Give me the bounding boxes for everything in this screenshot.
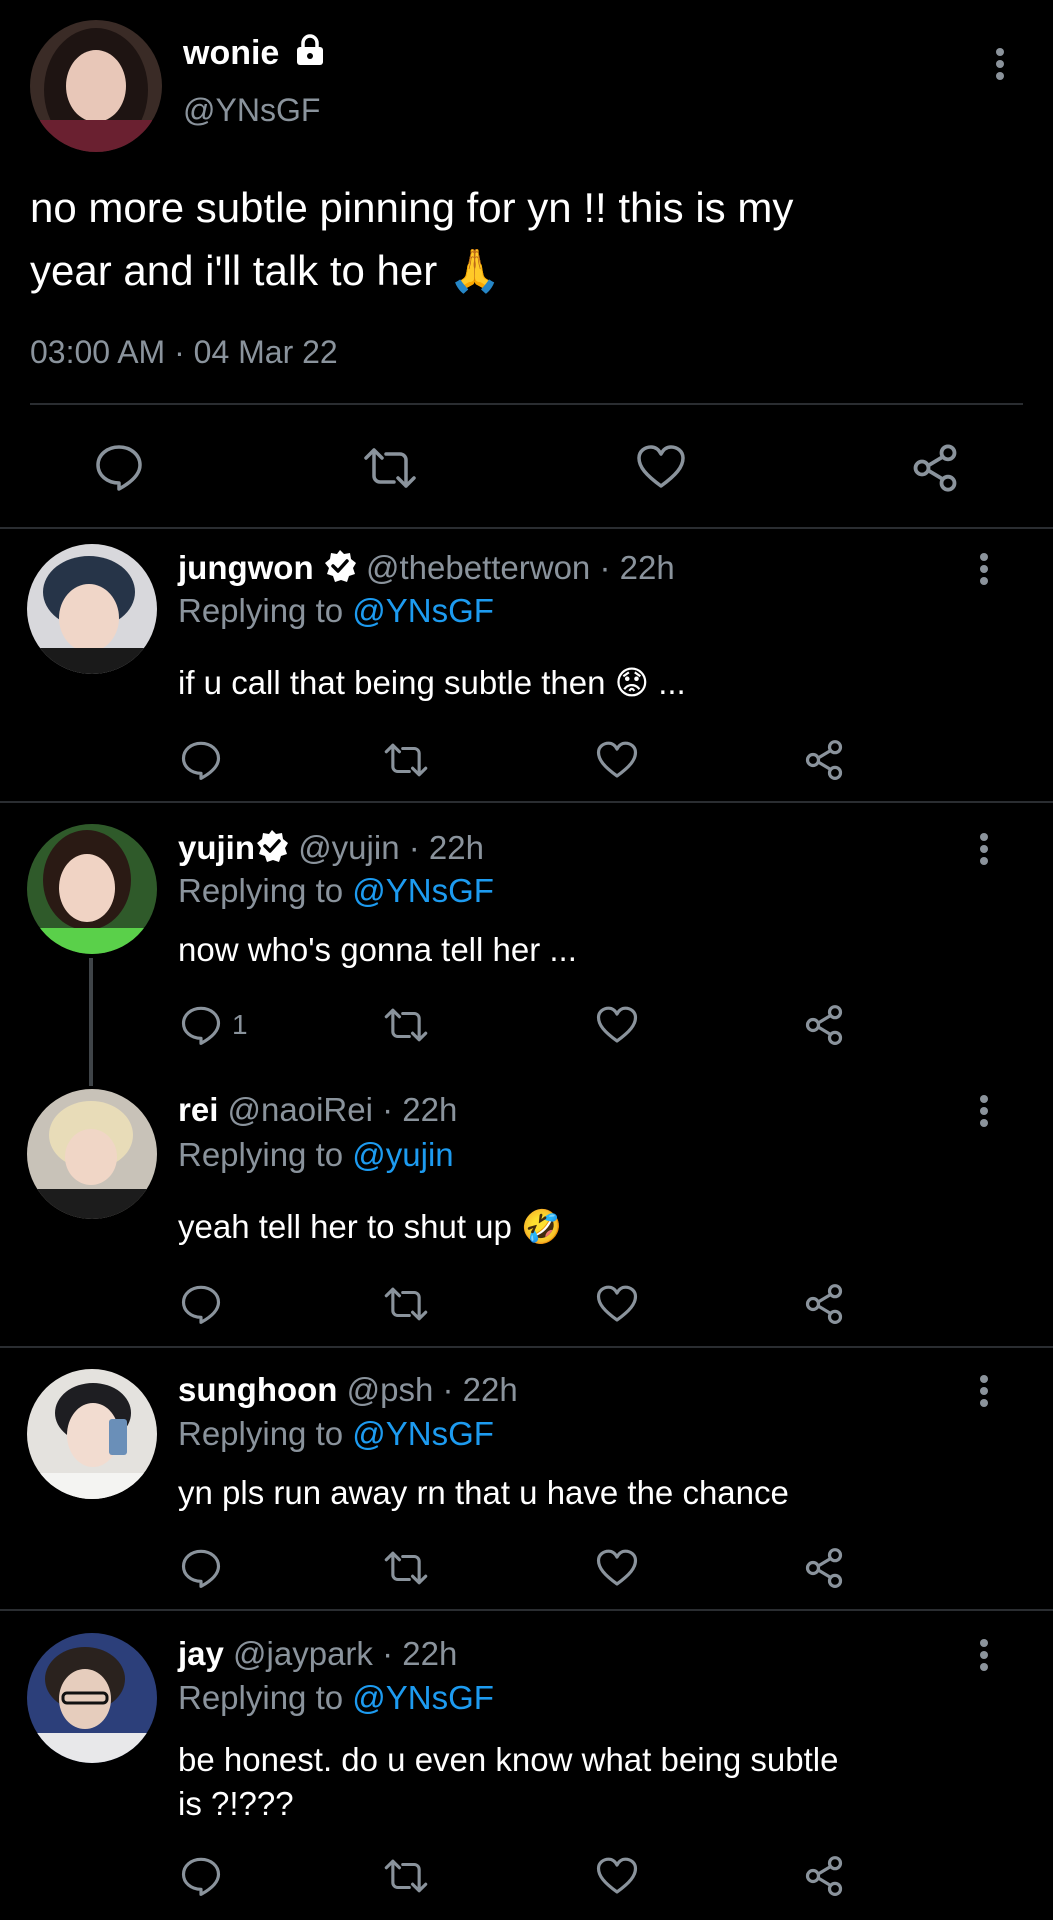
divider [0,1609,1053,1611]
verified-badge-icon [255,829,289,871]
reply-icon[interactable] [94,443,144,491]
avatar[interactable] [27,1369,157,1499]
replying-to: Replying to @YNsGF [178,1415,494,1452]
tweet-text: no more subtle pinning for yn !! this is… [30,184,794,295]
share-icon[interactable] [802,1282,846,1326]
timestamp: 03:00 AM · 04 Mar 22 [30,334,338,370]
more-icon[interactable] [972,1091,996,1131]
tweet-text: now who's gonna tell her ... [178,931,577,968]
author-name[interactable]: rei [178,1091,218,1128]
share-icon[interactable] [909,442,961,494]
emoji: 🤣 [521,1207,563,1246]
avatar[interactable] [27,824,157,954]
mention-link[interactable]: @YNsGF [352,1415,494,1452]
more-icon[interactable] [988,44,1012,84]
author-name[interactable]: yujin [178,829,255,866]
action-bar [178,1546,858,1590]
like-icon[interactable] [596,740,638,780]
mention-link[interactable]: @YNsGF [352,592,494,629]
author-name[interactable]: jay [178,1635,224,1672]
share-icon[interactable] [802,1546,846,1590]
like-icon[interactable] [596,1284,638,1324]
action-bar [178,738,858,782]
avatar[interactable] [27,1089,157,1219]
thread-line [89,958,93,1086]
like-icon[interactable] [596,1005,638,1045]
divider [30,403,1023,405]
divider [0,1346,1053,1348]
author-name[interactable]: sunghoon [178,1371,337,1408]
more-icon[interactable] [972,1371,996,1411]
reply-header: yujin @yujin · 22h [178,829,484,871]
retweet-icon[interactable] [383,1006,429,1044]
retweet-icon[interactable] [383,741,429,779]
reply-header: sunghoon @psh · 22h [178,1371,518,1409]
reply-header: jungwon @thebetterwon · 22h [178,549,675,591]
like-icon[interactable] [596,1548,638,1588]
mention-link[interactable]: @YNsGF [352,872,494,909]
author-handle[interactable]: @naoiRei · 22h [228,1091,458,1128]
action-bar [178,1282,858,1326]
lock-icon [295,34,325,75]
author-name[interactable]: wonie [183,34,325,75]
more-icon[interactable] [972,549,996,589]
reply-icon[interactable] [180,740,222,780]
emoji: 😟 [614,663,650,702]
more-icon[interactable] [972,1635,996,1675]
mention-link[interactable]: @yujin [352,1136,453,1173]
replying-to: Replying to @YNsGF [178,592,494,629]
avatar[interactable] [30,20,162,152]
reply-icon[interactable] [180,1005,222,1045]
like-icon[interactable] [596,1856,638,1896]
replying-to: Replying to @YNsGF [178,872,494,909]
reply-icon[interactable] [180,1856,222,1896]
avatar[interactable] [27,544,157,674]
reply-icon[interactable] [180,1284,222,1324]
retweet-icon[interactable] [383,1857,429,1895]
action-bar: 1 [178,1003,858,1047]
mention-link[interactable]: @YNsGF [352,1679,494,1716]
reply-count: 1 [232,1009,248,1040]
replying-to: Replying to @yujin [178,1136,454,1173]
emoji: 🙏 [448,246,502,295]
reply-header: rei @naoiRei · 22h [178,1091,457,1129]
divider [0,801,1053,803]
author-handle[interactable]: @psh · 22h [347,1371,518,1408]
author-handle[interactable]: @thebetterwon · 22h [366,549,675,586]
share-icon[interactable] [802,1003,846,1047]
like-icon[interactable] [636,444,686,490]
share-icon[interactable] [802,1854,846,1898]
author-handle[interactable]: @YNsGF [183,92,320,129]
action-bar [178,1854,858,1898]
reply-header: jay @jaypark · 22h [178,1635,457,1673]
tweet-text: yn pls run away rn that u have the chanc… [178,1474,789,1511]
replying-to: Replying to @YNsGF [178,1679,494,1716]
tweet-text: yeah tell her to shut up 🤣 [178,1207,563,1246]
author-handle[interactable]: @jaypark · 22h [233,1635,457,1672]
divider [0,527,1053,529]
author-name[interactable]: jungwon [178,549,314,586]
tweet-text: be honest. do u even know what being sub… [178,1741,839,1822]
avatar[interactable] [27,1633,157,1763]
retweet-icon[interactable] [383,1549,429,1587]
share-icon[interactable] [802,738,846,782]
author-handle[interactable]: @yujin · 22h [298,829,484,866]
verified-badge-icon [323,549,357,591]
tweet-text: if u call that being subtle then 😟 ... [178,663,686,702]
retweet-icon[interactable] [383,1285,429,1323]
reply-icon[interactable] [180,1548,222,1588]
more-icon[interactable] [972,829,996,869]
retweet-icon[interactable] [362,446,418,490]
